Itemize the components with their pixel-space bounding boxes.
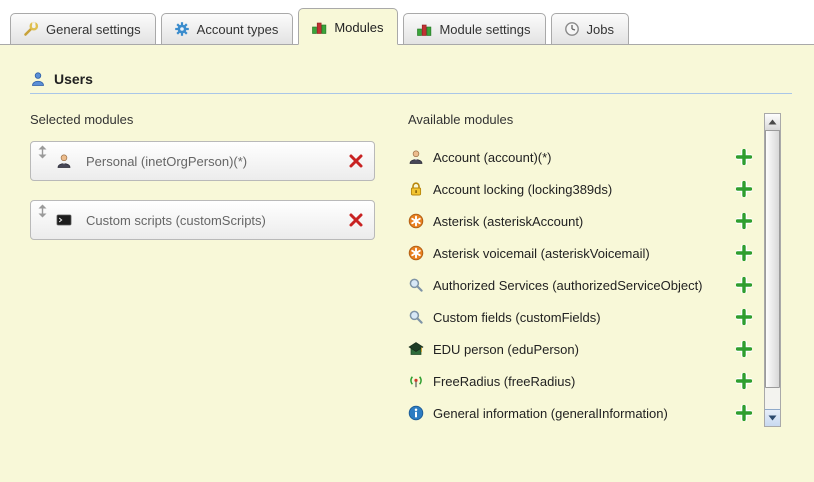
tab-bar: General settings Account types	[0, 0, 814, 45]
tab-account-types[interactable]: Account types	[161, 13, 294, 45]
available-module-row: Asterisk voicemail (asteriskVoicemail)	[408, 237, 752, 269]
available-module-label: Account locking (locking389ds)	[433, 182, 727, 197]
available-modules-scrollbar[interactable]	[764, 113, 781, 427]
available-module-label: Asterisk voicemail (asteriskVoicemail)	[433, 246, 727, 261]
remove-module-button[interactable]	[348, 153, 364, 169]
tab-label: Modules	[334, 20, 383, 35]
tab-general-settings[interactable]: General settings	[10, 13, 156, 45]
graduation-icon	[408, 341, 424, 357]
selected-module-row[interactable]: Custom scripts (customScripts)	[30, 200, 375, 240]
available-module-label: FreeRadius (freeRadius)	[433, 374, 727, 389]
tab-modules[interactable]: Modules	[298, 8, 398, 45]
selected-modules-column: Selected modules Personal (inetOrgPerson…	[30, 112, 378, 429]
available-module-row: Authorized Services (authorizedServiceOb…	[408, 269, 752, 301]
asterisk-icon	[408, 245, 424, 261]
add-module-button[interactable]	[736, 277, 752, 293]
drag-handle-icon[interactable]	[37, 145, 48, 159]
gear-icon	[174, 21, 190, 37]
arrow-down-icon	[768, 415, 777, 421]
tab-label: Jobs	[587, 22, 614, 37]
scrollbar-thumb[interactable]	[765, 130, 780, 388]
available-module-label: Asterisk (asteriskAccount)	[433, 214, 727, 229]
available-module-label: Authorized Services (authorizedServiceOb…	[433, 278, 727, 293]
person-icon	[56, 153, 72, 169]
asterisk-icon	[408, 213, 424, 229]
add-module-button[interactable]	[736, 149, 752, 165]
scroll-up-button[interactable]	[765, 114, 780, 131]
users-section-header: Users	[30, 71, 792, 94]
tab-label: Account types	[197, 22, 279, 37]
module-settings-icon	[416, 21, 432, 37]
available-modules-heading: Available modules	[408, 112, 768, 127]
tab-module-settings[interactable]: Module settings	[403, 13, 545, 45]
scroll-down-button[interactable]	[765, 409, 780, 426]
selected-module-label: Personal (inetOrgPerson)(*)	[86, 154, 340, 169]
terminal-icon	[56, 212, 72, 228]
add-module-button[interactable]	[736, 341, 752, 357]
modules-tab-content: Users Selected modules P	[0, 45, 814, 482]
lock-icon	[408, 181, 424, 197]
available-module-label: EDU person (eduPerson)	[433, 342, 727, 357]
wrench-icon	[23, 21, 39, 37]
magnifier-icon	[408, 277, 424, 293]
modules-columns: Selected modules Personal (inetOrgPerson…	[30, 112, 814, 429]
users-icon	[30, 71, 46, 87]
arrow-up-icon	[768, 119, 777, 125]
available-module-row: FreeRadius (freeRadius)	[408, 365, 752, 397]
add-module-button[interactable]	[736, 245, 752, 261]
available-module-row: Account (account)(*)	[408, 141, 752, 173]
available-module-label: Account (account)(*)	[433, 150, 727, 165]
available-module-row: EDU person (eduPerson)	[408, 333, 752, 365]
available-module-label: General information (generalInformation)	[433, 406, 727, 421]
available-module-label: Custom fields (customFields)	[433, 310, 727, 325]
tab-label: Module settings	[439, 22, 530, 37]
lam-configuration-page: General settings Account types	[0, 0, 814, 478]
selected-module-row[interactable]: Personal (inetOrgPerson)(*)	[30, 141, 375, 181]
info-icon	[408, 405, 424, 421]
add-module-button[interactable]	[736, 373, 752, 389]
available-modules-column: Available modules Account (account)(*)	[408, 112, 768, 429]
remove-module-button[interactable]	[348, 212, 364, 228]
drag-handle-icon[interactable]	[37, 204, 48, 218]
available-module-row: Custom fields (customFields)	[408, 301, 752, 333]
selected-modules-heading: Selected modules	[30, 112, 378, 127]
available-module-row: General information (generalInformation)	[408, 397, 752, 429]
modules-icon	[311, 19, 327, 35]
available-module-row: Account locking (locking389ds)	[408, 173, 752, 205]
add-module-button[interactable]	[736, 405, 752, 421]
add-module-button[interactable]	[736, 309, 752, 325]
available-module-row: Asterisk (asteriskAccount)	[408, 205, 752, 237]
magnifier-icon	[408, 309, 424, 325]
tab-jobs[interactable]: Jobs	[551, 13, 629, 45]
selected-module-label: Custom scripts (customScripts)	[86, 213, 340, 228]
add-module-button[interactable]	[736, 181, 752, 197]
antenna-icon	[408, 373, 424, 389]
person-icon	[408, 149, 424, 165]
add-module-button[interactable]	[736, 213, 752, 229]
clock-icon	[564, 21, 580, 37]
page-title: Users	[54, 71, 93, 87]
tab-label: General settings	[46, 22, 141, 37]
